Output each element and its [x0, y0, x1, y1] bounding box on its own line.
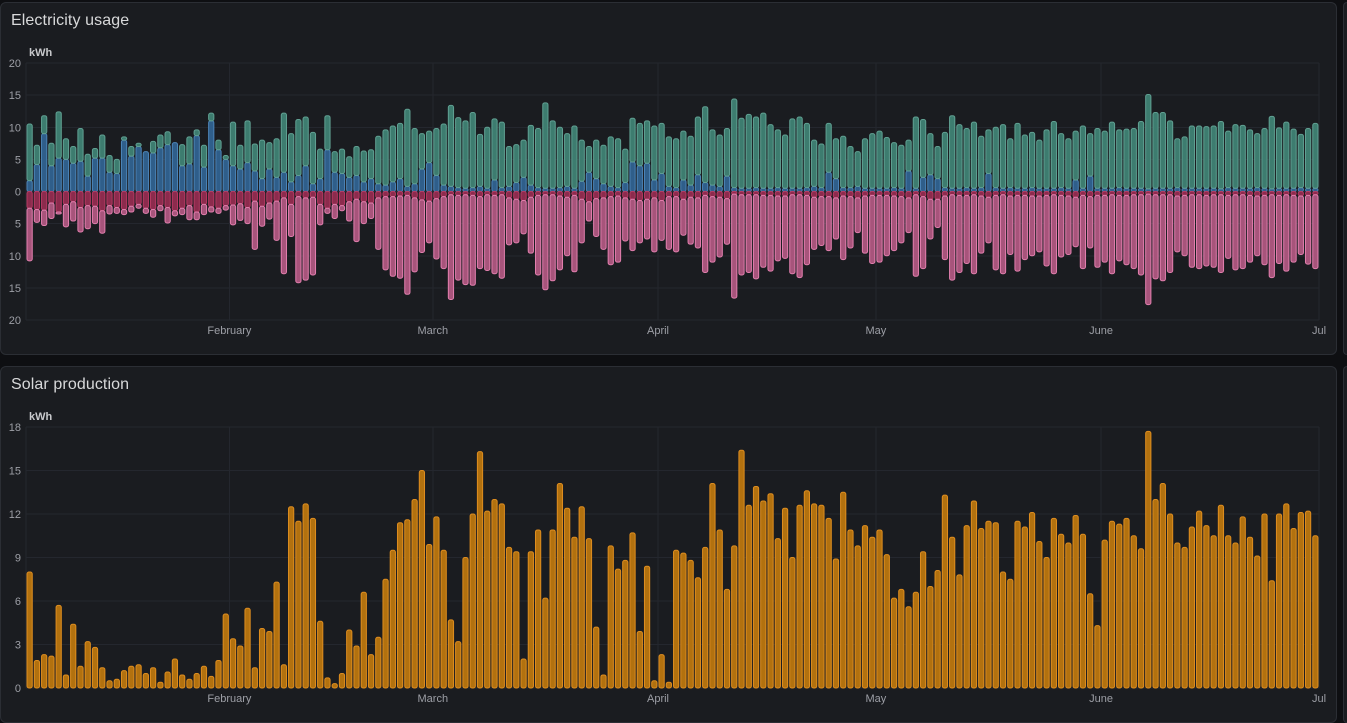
svg-text:April: April — [647, 325, 669, 337]
svg-text:5: 5 — [15, 219, 21, 231]
adjacent-panel-sliver-bottom — [1343, 366, 1347, 723]
svg-text:5: 5 — [15, 154, 21, 166]
svg-text:15: 15 — [9, 466, 21, 478]
grafana-dashboard: 20 15 10 5 0 5 10 15 20 kWh February March April May J… — [0, 0, 1347, 723]
svg-text:June: June — [1089, 693, 1113, 705]
svg-text:10: 10 — [9, 251, 21, 263]
svg-text:3: 3 — [15, 640, 21, 652]
svg-text:9: 9 — [15, 553, 21, 565]
svg-text:June: June — [1089, 325, 1113, 337]
svg-text:May: May — [866, 325, 887, 337]
svg-text:March: March — [418, 693, 449, 705]
panel-header: Electricity usage — [1, 3, 1336, 43]
svg-text:kWh: kWh — [29, 411, 53, 423]
svg-text:10: 10 — [9, 122, 21, 134]
svg-text:February: February — [207, 693, 252, 705]
svg-text:May: May — [866, 693, 887, 705]
svg-text:18: 18 — [9, 422, 21, 434]
bar-series-solar-orange — [27, 431, 1318, 688]
svg-text:March: March — [418, 325, 449, 337]
panel-title-electricity-usage[interactable]: Electricity usage — [11, 12, 129, 30]
x-axis-labels: February March April May June Jul — [207, 325, 1326, 337]
panel-header: Solar production — [1, 367, 1336, 407]
svg-text:Jul: Jul — [1312, 325, 1326, 337]
svg-text:15: 15 — [9, 283, 21, 295]
chart-svg[interactable]: 20 15 10 5 0 5 10 15 20 kWh February March April May J… — [1, 3, 1336, 354]
chart-svg[interactable]: 18 15 12 9 6 3 0 kWh February March April May June Ju… — [1, 367, 1336, 722]
svg-text:April: April — [647, 693, 669, 705]
panel-title-solar-production[interactable]: Solar production — [11, 376, 129, 394]
svg-text:12: 12 — [9, 509, 21, 521]
panel-electricity-usage: 20 15 10 5 0 5 10 15 20 kWh February March April May J… — [0, 2, 1337, 355]
svg-text:6: 6 — [15, 596, 21, 608]
svg-text:20: 20 — [9, 315, 21, 327]
svg-text:Jul: Jul — [1312, 693, 1326, 705]
svg-text:kWh: kWh — [29, 47, 53, 59]
electricity-usage-chart[interactable]: 20 15 10 5 0 5 10 15 20 kWh February March April May J… — [1, 3, 1336, 354]
svg-text:0: 0 — [15, 187, 21, 199]
svg-text:15: 15 — [9, 90, 21, 102]
adjacent-panel-sliver-top — [1343, 2, 1347, 355]
x-axis-labels: February March April May June Jul — [207, 693, 1326, 705]
panel-solar-production: 18 15 12 9 6 3 0 kWh February March April May June Ju… — [0, 366, 1337, 723]
svg-text:0: 0 — [15, 683, 21, 695]
svg-text:20: 20 — [9, 58, 21, 70]
solar-production-chart[interactable]: 18 15 12 9 6 3 0 kWh February March April May June Ju… — [1, 367, 1336, 722]
svg-text:February: February — [207, 325, 252, 337]
